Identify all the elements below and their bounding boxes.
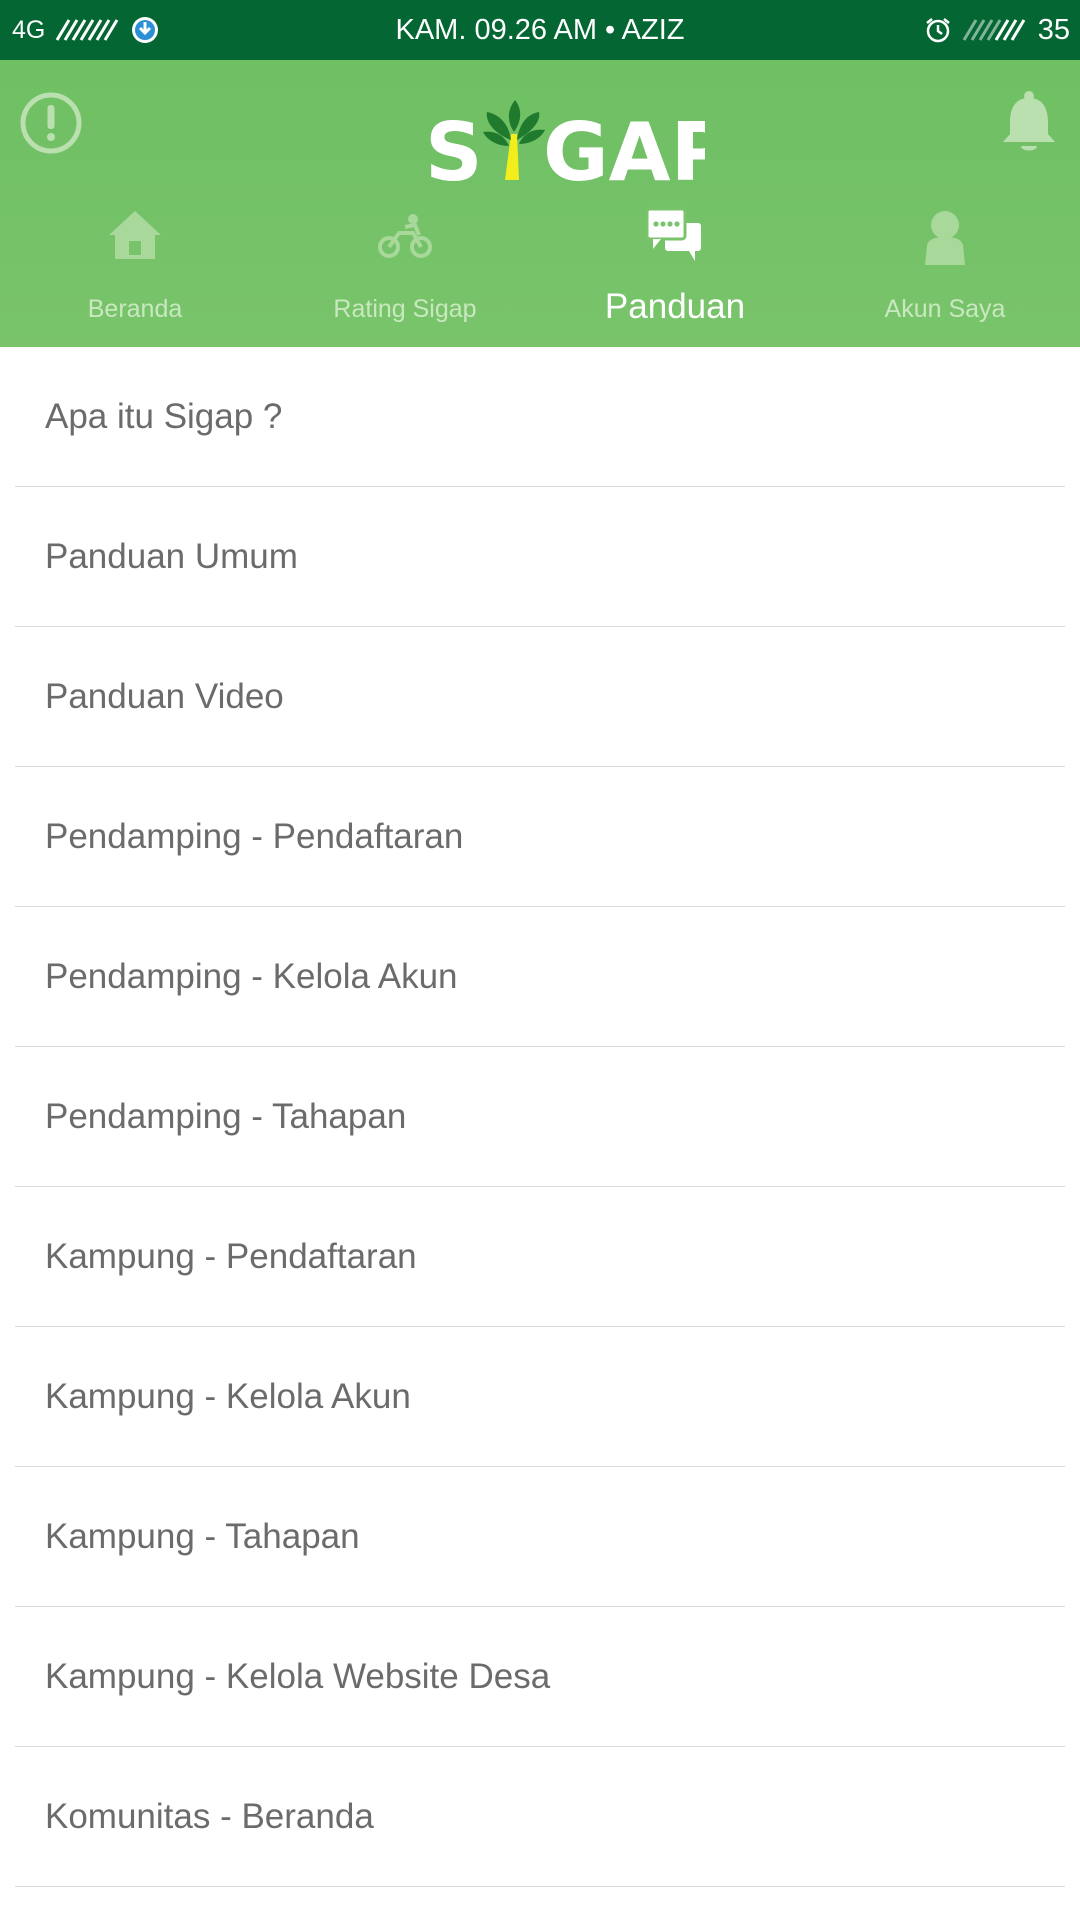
list-item[interactable]: Komunitas - Beranda <box>0 1747 1080 1887</box>
list-item-label: Kampung - Kelola Akun <box>45 1377 411 1416</box>
list-item-label: Kampung - Kelola Website Desa <box>45 1657 551 1696</box>
list-item[interactable]: Kampung - Kelola Akun <box>0 1327 1080 1467</box>
app-header: S GAP Beranda Rating Sigap Panduan Akun … <box>0 60 1080 347</box>
list-item-label: Pendamping - Pendaftaran <box>45 817 464 856</box>
list-item[interactable]: Kampung - Kelola Website Desa <box>0 1607 1080 1747</box>
tab-label: Akun Saya <box>884 295 1006 323</box>
tab-akun-saya[interactable]: Akun Saya <box>810 195 1080 347</box>
list-item[interactable]: Panduan Video <box>0 627 1080 767</box>
battery-level: 35 <box>1037 13 1070 46</box>
list-item[interactable]: Kampung - Pendaftaran <box>0 1187 1080 1327</box>
chat-icon <box>645 207 701 261</box>
list-item-label: Kampung - Tahapan <box>45 1517 360 1556</box>
app-logo: S GAP <box>425 82 729 199</box>
list-item-label: Komunitas - Beranda <box>45 1797 374 1836</box>
sigap-logo: S GAP <box>425 100 729 199</box>
divider <box>15 1886 1065 1887</box>
list-item-label: Pendamping - Tahapan <box>45 1097 407 1136</box>
person-icon <box>925 211 965 265</box>
tab-label: Beranda <box>87 295 183 323</box>
tab-rating-sigap[interactable]: Rating Sigap <box>270 195 540 347</box>
status-right: 35 <box>924 14 1070 46</box>
tab-panduan[interactable]: Panduan <box>540 195 810 347</box>
list-item[interactable]: Kampung - Tahapan <box>0 1467 1080 1607</box>
status-center-text: KAM. 09.26 AM • AZIZ <box>395 14 685 46</box>
list-item[interactable]: Pendamping - Tahapan <box>0 1047 1080 1187</box>
tab-beranda[interactable]: Beranda <box>0 195 270 347</box>
svg-text:GAP: GAP <box>543 106 705 192</box>
list-item-label: Pendamping - Kelola Akun <box>45 957 458 996</box>
list-item-label: Panduan Umum <box>45 537 298 576</box>
list-item[interactable]: Pendamping - Pendaftaran <box>0 767 1080 907</box>
signal-strength-icon <box>962 19 1026 41</box>
notification-button[interactable] <box>996 88 1062 158</box>
info-button[interactable] <box>18 90 84 156</box>
bell-icon <box>1003 91 1055 151</box>
list-item-label: Kampung - Pendaftaran <box>45 1237 417 1276</box>
list-item[interactable]: Apa itu Sigap ? <box>0 347 1080 487</box>
motorbike-icon <box>378 214 432 258</box>
home-icon <box>109 211 161 259</box>
tab-label: Panduan <box>604 287 746 326</box>
svg-text:S: S <box>425 106 483 192</box>
list-item[interactable]: Panduan Umum <box>0 487 1080 627</box>
status-bar: 4G KAM. 09.26 AM • AZIZ 35 <box>0 0 1080 60</box>
list-item-label: Apa itu Sigap ? <box>45 397 283 436</box>
tab-label: Rating Sigap <box>333 295 477 323</box>
list-item-label: Panduan Video <box>45 677 284 716</box>
bottom-tabs: Beranda Rating Sigap Panduan Akun Saya <box>0 195 1080 347</box>
alarm-icon <box>925 18 950 43</box>
list-item[interactable]: Pendamping - Kelola Akun <box>0 907 1080 1047</box>
guide-list: Apa itu Sigap ? Panduan Umum Panduan Vid… <box>0 347 1080 1887</box>
alert-icon <box>20 92 82 154</box>
